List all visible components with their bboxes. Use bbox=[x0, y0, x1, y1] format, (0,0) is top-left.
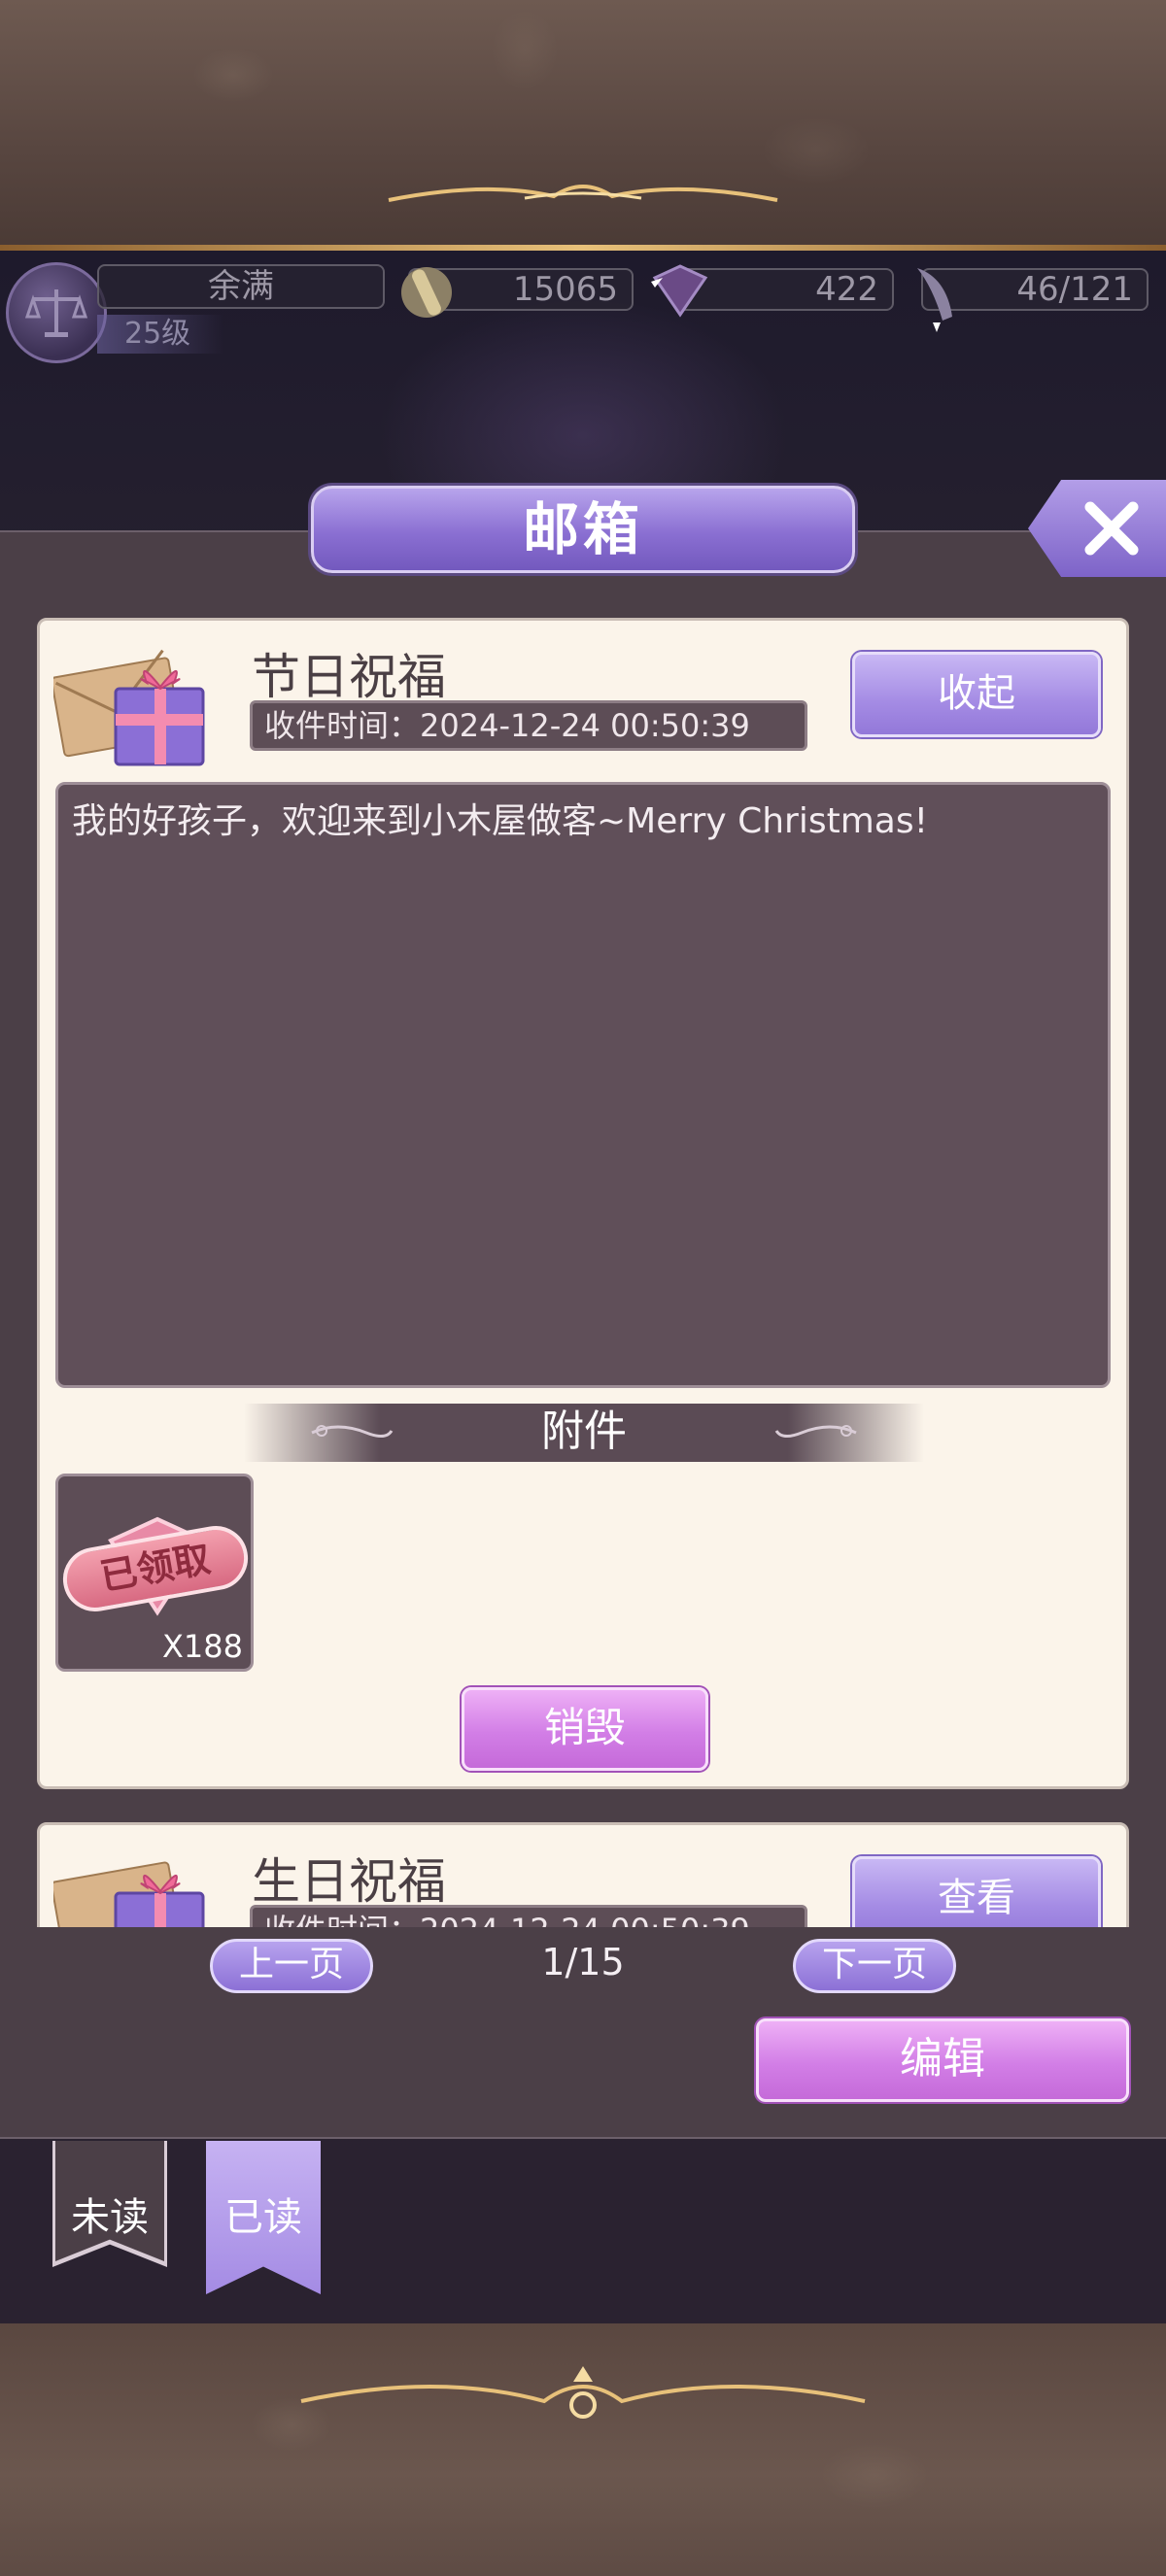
next-page-button[interactable]: 下一页 bbox=[793, 1939, 956, 1993]
avatar[interactable] bbox=[6, 262, 107, 363]
gem-icon bbox=[651, 264, 708, 318]
received-time: 收件时间：2024-12-24 00:50:39 bbox=[250, 1905, 807, 1927]
mail-body: 我的好孩子，欢迎来到小木屋做客~Merry Christmas! bbox=[55, 782, 1111, 1388]
tab-read-label: 已读 bbox=[224, 2195, 302, 2240]
prev-page-button[interactable]: 上一页 bbox=[210, 1939, 373, 1993]
mail-item[interactable]: 生日祝福 收件时间：2024-12-24 00:50:39 查看 bbox=[37, 1822, 1129, 1927]
mail-title: 节日祝福 bbox=[252, 649, 446, 705]
mail-title: 生日祝福 bbox=[252, 1853, 446, 1910]
mail-list[interactable]: 节日祝福 收件时间：2024-12-24 00:50:39 收起 我的好孩子，欢… bbox=[0, 612, 1166, 1927]
bottom-ornament-icon bbox=[300, 2366, 866, 2419]
destroy-button[interactable]: 销毁 bbox=[462, 1687, 708, 1771]
mail-item-expanded[interactable]: 节日祝福 收件时间：2024-12-24 00:50:39 收起 我的好孩子，欢… bbox=[37, 618, 1129, 1789]
collapse-button[interactable]: 收起 bbox=[852, 652, 1101, 737]
top-ornament-icon bbox=[388, 185, 778, 202]
edit-button[interactable]: 编辑 bbox=[756, 2018, 1129, 2102]
mailbox-title: 邮箱 bbox=[311, 486, 855, 573]
item-quantity: X188 bbox=[162, 1628, 243, 1665]
status-bar: 余满 25级 15065 422 46/121 bbox=[0, 254, 1166, 371]
quill-icon bbox=[917, 268, 952, 332]
mail-body-text: 我的好孩子，欢迎来到小木屋做客~Merry Christmas! bbox=[72, 801, 929, 841]
bottom-decor-band bbox=[0, 2323, 1166, 2576]
left-swirl-icon bbox=[311, 1425, 394, 1438]
view-button[interactable]: 查看 bbox=[852, 1856, 1101, 1927]
gift-envelope-icon bbox=[53, 649, 205, 766]
page-indicator: 1/15 bbox=[541, 1941, 625, 1983]
gold-value: 15065 bbox=[512, 270, 618, 309]
attachment-item[interactable]: 已领取 X188 bbox=[55, 1474, 254, 1672]
gem-value: 422 bbox=[815, 270, 878, 309]
player-level: 25级 bbox=[97, 315, 223, 354]
top-decor-band bbox=[0, 0, 1166, 251]
tab-unread-label: 未读 bbox=[71, 2195, 149, 2240]
stamina-value: 46/121 bbox=[1016, 270, 1133, 309]
scales-icon bbox=[25, 289, 87, 337]
right-swirl-icon bbox=[774, 1425, 857, 1438]
gift-envelope-icon bbox=[53, 1861, 205, 1927]
attachment-label: 附件 bbox=[541, 1407, 627, 1456]
received-time: 收件时间：2024-12-24 00:50:39 bbox=[250, 700, 807, 751]
close-x-icon bbox=[1084, 501, 1139, 556]
attachment-header: 附件 bbox=[244, 1404, 924, 1462]
player-name: 余满 bbox=[97, 264, 385, 309]
gold-coin-icon bbox=[401, 267, 452, 318]
